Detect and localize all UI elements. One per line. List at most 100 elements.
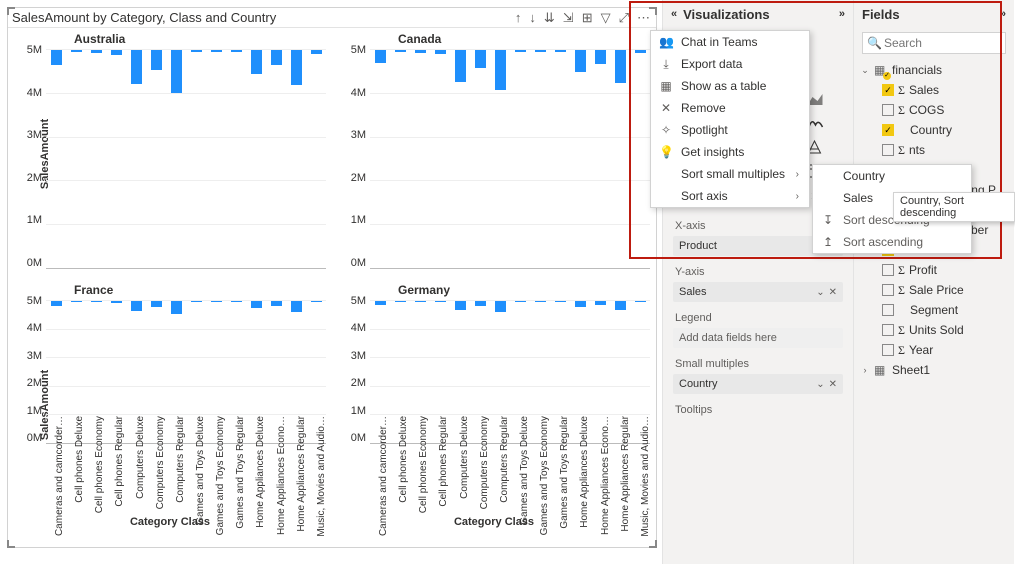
field-checkbox[interactable]	[882, 264, 894, 276]
context-menu-item[interactable]: Sort axis›	[651, 185, 809, 207]
field-checkbox[interactable]	[882, 104, 894, 116]
bar[interactable]	[271, 301, 282, 306]
field-checkbox[interactable]	[882, 324, 894, 336]
bar[interactable]	[311, 301, 322, 302]
bar[interactable]	[475, 50, 486, 68]
drill-through-icon[interactable]: ⊞	[582, 10, 593, 26]
field-row[interactable]: ✓ΣSales	[860, 80, 1008, 100]
expand-next-icon[interactable]: ⇲	[563, 10, 574, 26]
context-menu-item[interactable]: Country	[813, 165, 971, 187]
bar[interactable]	[495, 50, 506, 90]
expand-all-icon[interactable]: ⇊	[544, 10, 555, 26]
bar[interactable]	[415, 50, 426, 53]
field-checkbox[interactable]	[882, 344, 894, 356]
context-menu-item[interactable]: 💡Get insights	[651, 141, 809, 163]
bar[interactable]	[131, 50, 142, 84]
bar[interactable]	[595, 301, 606, 305]
bar[interactable]	[635, 50, 646, 53]
resize-handle-bl[interactable]	[7, 540, 15, 548]
field-checkbox[interactable]	[882, 284, 894, 296]
pill-dropdown-icon[interactable]: ⌄	[814, 287, 826, 298]
bar[interactable]	[455, 50, 466, 82]
collapse-panel-icon[interactable]: «	[671, 8, 677, 20]
bar[interactable]	[415, 301, 426, 302]
bar[interactable]	[71, 50, 82, 52]
bar[interactable]	[131, 301, 142, 311]
plot-area[interactable]: 5M4M3M2M1M0M	[44, 50, 326, 269]
resize-handle-br[interactable]	[649, 540, 657, 548]
field-row[interactable]: ΣUnits Sold	[860, 320, 1008, 340]
context-menu-item[interactable]: 👥Chat in Teams	[651, 31, 809, 53]
bar[interactable]	[251, 301, 262, 308]
field-checkbox[interactable]	[882, 144, 894, 156]
bar[interactable]	[171, 50, 182, 93]
bar[interactable]	[575, 50, 586, 72]
bar[interactable]	[191, 50, 202, 52]
bar[interactable]	[575, 301, 586, 307]
resize-handle-tl[interactable]	[7, 7, 15, 15]
bar[interactable]	[515, 301, 526, 302]
bar[interactable]	[91, 301, 102, 302]
bar[interactable]	[51, 50, 62, 65]
caret-icon[interactable]: ›	[860, 365, 870, 375]
bar[interactable]	[211, 301, 222, 302]
legend-dropzone[interactable]: Add data fields here	[673, 328, 843, 348]
table-row[interactable]: ⌄▦✓financials	[860, 60, 1008, 80]
field-row[interactable]: Segment	[860, 300, 1008, 320]
field-row[interactable]: ΣSale Price	[860, 280, 1008, 300]
bar[interactable]	[435, 50, 446, 54]
focus-mode-icon[interactable]: ⤢	[619, 10, 629, 26]
bar[interactable]	[615, 50, 626, 83]
search-input[interactable]	[882, 35, 1015, 51]
caret-icon[interactable]: ⌄	[860, 65, 870, 76]
field-row[interactable]: ΣCOGS	[860, 100, 1008, 120]
field-checkbox[interactable]: ✓	[882, 124, 894, 136]
bar[interactable]	[615, 301, 626, 310]
context-menu-item[interactable]: ✧Spotlight	[651, 119, 809, 141]
bar[interactable]	[595, 50, 606, 64]
field-row[interactable]: Σnts	[860, 140, 1008, 160]
bar[interactable]	[455, 301, 466, 310]
pill-dropdown-icon[interactable]: ⌄	[814, 379, 826, 390]
bar[interactable]	[271, 50, 282, 65]
drill-up-icon[interactable]: ↑	[515, 10, 522, 26]
context-menu-item[interactable]: ⤓Export data	[651, 53, 809, 75]
expand-panel-icon[interactable]: »	[1000, 8, 1006, 20]
context-menu-item[interactable]: ✕Remove	[651, 97, 809, 119]
pill-remove-icon[interactable]: ✕	[827, 287, 839, 298]
bar[interactable]	[375, 50, 386, 63]
field-checkbox[interactable]	[882, 304, 894, 316]
bar[interactable]	[311, 50, 322, 54]
bar[interactable]	[435, 301, 446, 302]
fields-search[interactable]: 🔍	[862, 32, 1006, 54]
bar[interactable]	[71, 301, 82, 302]
context-menu-item[interactable]: ▦Show as a table	[651, 75, 809, 97]
bar[interactable]	[251, 50, 262, 74]
bar[interactable]	[515, 50, 526, 52]
expand-panel-icon[interactable]: »	[839, 8, 845, 20]
bar[interactable]	[291, 301, 302, 312]
bar[interactable]	[555, 50, 566, 52]
bar[interactable]	[231, 50, 242, 52]
bar[interactable]	[91, 50, 102, 53]
bar[interactable]	[231, 301, 242, 302]
field-row[interactable]: ✓Country	[860, 120, 1008, 140]
context-menu-item[interactable]: Sort small multiples›	[651, 163, 809, 185]
bar[interactable]	[151, 301, 162, 307]
table-row[interactable]: ›▦Sheet1	[860, 360, 1008, 380]
bar[interactable]	[111, 301, 122, 303]
bar[interactable]	[111, 50, 122, 55]
bar[interactable]	[395, 50, 406, 52]
bar[interactable]	[191, 301, 202, 302]
visual-context-menu[interactable]: 👥Chat in Teams⤓Export data▦Show as a tab…	[650, 30, 810, 208]
bar[interactable]	[535, 301, 546, 302]
report-canvas[interactable]: SalesAmount by Category, Class and Count…	[7, 7, 657, 548]
bar[interactable]	[171, 301, 182, 314]
plot-area[interactable]: 5M4M3M2M1M0M	[368, 50, 650, 269]
bar[interactable]	[151, 50, 162, 70]
bar[interactable]	[291, 50, 302, 85]
drill-down-icon[interactable]: ↓	[529, 10, 536, 26]
resize-handle-tr[interactable]	[649, 7, 657, 15]
bar[interactable]	[211, 50, 222, 52]
bar[interactable]	[395, 301, 406, 302]
